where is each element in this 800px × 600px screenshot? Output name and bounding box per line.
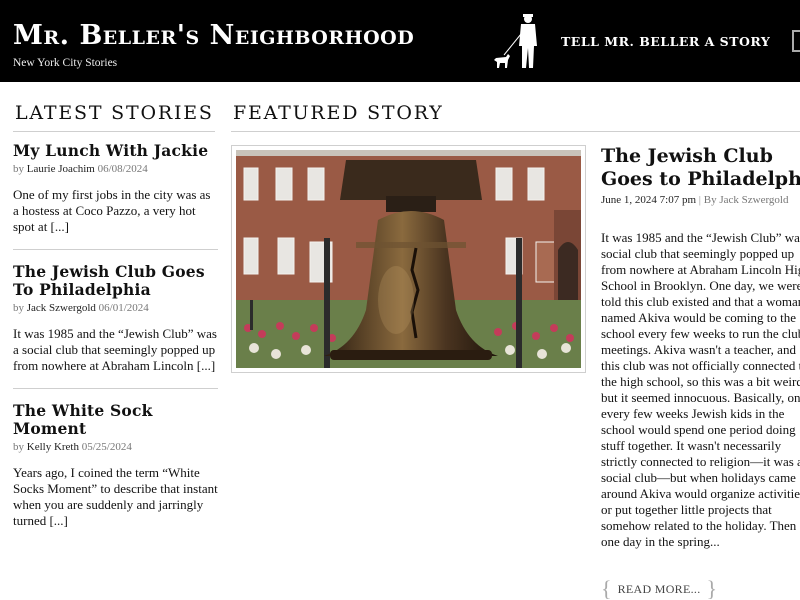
list-item: The Jewish Club Goes To Philadelphia by … — [13, 263, 218, 389]
read-more-label: Read More... — [617, 582, 701, 596]
brace-open: { — [601, 576, 612, 600]
brace-close: } — [706, 576, 718, 600]
read-more-link[interactable]: { Read More...} — [601, 576, 717, 600]
story-byline: by Kelly Kreth 05/25/2024 — [13, 441, 218, 453]
divider — [13, 131, 215, 132]
byline-by: by — [13, 163, 24, 175]
latest-stories-list: My Lunch With Jackie by Laurie Joachim 0… — [13, 142, 218, 556]
story-title-link[interactable]: My Lunch With Jackie — [13, 142, 218, 160]
story-date: 05/25/2024 — [81, 441, 132, 453]
featured-title-line: The Jewish Club — [601, 145, 773, 167]
featured-story-heading: Featured Story — [233, 102, 444, 124]
site-title[interactable]: Mr. Beller's Neighborhood — [13, 20, 414, 51]
featured-body: It was 1985 and the “Jewish Club” was a … — [601, 230, 800, 549]
featured-author-link[interactable]: Jack Szwergold — [719, 194, 788, 206]
divider — [231, 131, 800, 132]
story-excerpt: It was 1985 and the “Jewish Club” was a … — [13, 326, 217, 373]
list-item: The White Sock Moment by Kelly Kreth 05/… — [13, 402, 218, 543]
featured-meta: June 1, 2024 7:07 pm | By Jack Szwergold — [601, 194, 800, 206]
story-title-link[interactable]: The Jewish Club Goes To Philadelphia — [13, 263, 218, 299]
meta-separator: | — [698, 194, 701, 206]
author-link[interactable]: Laurie Joachim — [27, 163, 95, 175]
man-walking-dog-icon[interactable] — [490, 12, 542, 72]
story-excerpt: Years ago, I coined the term “White Sock… — [13, 465, 218, 528]
latest-stories-heading: Latest Stories — [15, 102, 214, 124]
author-link[interactable]: Kelly Kreth — [27, 441, 79, 453]
search-box-edge[interactable] — [792, 30, 800, 52]
story-byline: by Jack Szwergold 06/01/2024 — [13, 302, 218, 314]
site-header: Mr. Beller's Neighborhood New York City … — [0, 0, 800, 82]
story-byline: by Laurie Joachim 06/08/2024 — [13, 163, 218, 175]
story-date: 06/01/2024 — [98, 302, 149, 314]
featured-date: June 1, 2024 7:07 pm — [601, 194, 697, 206]
story-date: 06/08/2024 — [97, 163, 148, 175]
tell-story-link[interactable]: Tell Mr. Beller a Story — [561, 34, 770, 49]
site-subtitle: New York City Stories — [13, 57, 118, 69]
featured-image-frame[interactable] — [231, 145, 586, 373]
featured-title-line: Goes to Philadelphia — [601, 168, 800, 190]
featured-article: The Jewish Club Goes to Philadelphia Jun… — [601, 145, 800, 550]
byline-by: by — [13, 302, 24, 314]
featured-title-link[interactable]: The Jewish Club Goes to Philadelphia — [601, 145, 800, 191]
featured-by: By — [703, 194, 717, 206]
liberty-bell-photo[interactable] — [236, 150, 581, 368]
author-link[interactable]: Jack Szwergold — [27, 302, 96, 314]
story-title-link[interactable]: The White Sock Moment — [13, 402, 218, 438]
byline-by: by — [13, 441, 24, 453]
story-excerpt: One of my first jobs in the city was as … — [13, 187, 211, 234]
list-item: My Lunch With Jackie by Laurie Joachim 0… — [13, 142, 218, 250]
